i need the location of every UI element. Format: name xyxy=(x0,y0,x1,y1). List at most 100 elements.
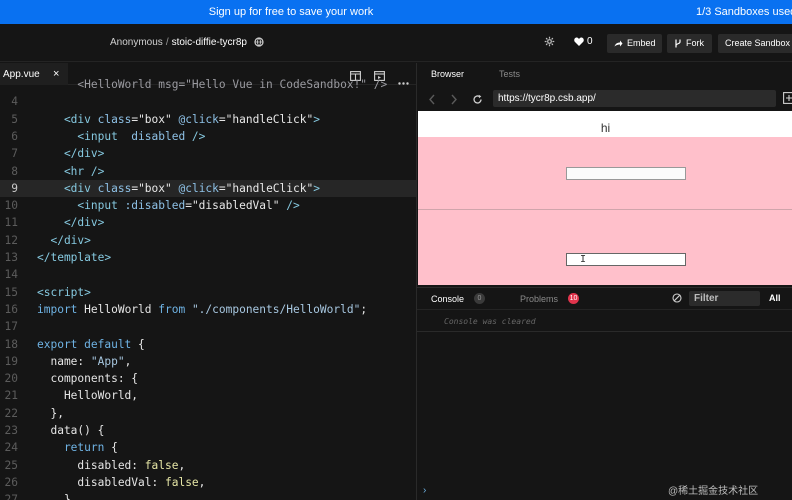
embed-button[interactable]: Embed xyxy=(607,34,662,53)
code-text: export default { xyxy=(37,336,145,353)
signup-banner[interactable]: Sign up for free to save your work 1/3 S… xyxy=(0,0,792,24)
code-text: <div class="box" @click="handleClick"> xyxy=(37,180,320,197)
code-token: <script> xyxy=(37,285,91,299)
code-token: = xyxy=(185,199,192,213)
sandbox-owner[interactable]: Anonymous xyxy=(110,37,163,48)
code-line[interactable]: 24 return { xyxy=(0,439,416,456)
code-token: , xyxy=(124,354,132,368)
create-sandbox-button[interactable]: Create Sandbox xyxy=(718,34,792,53)
line-number: 19 xyxy=(4,354,18,368)
code-line[interactable]: 7 </div> xyxy=(0,145,416,162)
text-cursor-icon: I xyxy=(580,254,587,265)
code-line[interactable]: 23 data() { xyxy=(0,422,416,439)
line-number: 21 xyxy=(4,389,18,403)
tab-problems[interactable]: Problems xyxy=(520,294,558,304)
like-count: 0 xyxy=(587,36,593,47)
code-line[interactable]: 18 export default { xyxy=(0,336,416,353)
code-line[interactable]: 20 components: { xyxy=(0,370,416,387)
hello-text: hi xyxy=(600,121,611,135)
code-line[interactable]: 19 name: "App", xyxy=(0,353,416,370)
line-number: 5 xyxy=(11,112,18,126)
code-line[interactable]: 26 disabledVal: false, xyxy=(0,474,416,491)
code-token: disabled: xyxy=(37,458,145,472)
back-icon[interactable] xyxy=(428,92,436,110)
preview-viewport[interactable]: hi I xyxy=(418,111,792,285)
code-token: "box" xyxy=(138,112,172,126)
code-line[interactable]: 5 <div class="box" @click="handleClick"> xyxy=(0,111,416,128)
code-line[interactable]: 6 <input disabled /> xyxy=(0,128,416,145)
box-disabled[interactable] xyxy=(418,137,792,209)
line-number: 8 xyxy=(11,164,18,178)
log-level-select[interactable]: All xyxy=(769,293,781,303)
problems-count-badge: 10 xyxy=(568,293,579,304)
code-area[interactable]: <HelloWorld msg="Hello Vue in CodeSandbo… xyxy=(0,78,416,500)
gear-icon[interactable] xyxy=(544,36,555,50)
code-token: </div> xyxy=(37,147,105,161)
code-token: <HelloWorld msg="Hello Vue in CodeSandbo… xyxy=(37,78,388,91)
tab-console[interactable]: Console xyxy=(431,294,464,304)
code-line[interactable]: 4 xyxy=(0,93,416,110)
code-line[interactable]: 15 <script> xyxy=(0,284,416,301)
code-line[interactable]: 25 disabled: false, xyxy=(0,457,416,474)
line-number: 15 xyxy=(4,285,18,299)
code-line[interactable]: 8 <hr /> xyxy=(0,163,416,180)
code-token: from xyxy=(158,302,192,316)
line-number: 24 xyxy=(4,441,18,455)
breadcrumb-separator: / xyxy=(165,37,169,48)
box-bound-disabled[interactable]: I xyxy=(418,210,792,285)
code-text: <script> xyxy=(37,284,91,301)
code-line[interactable]: 14 xyxy=(0,266,416,283)
code-token: "./components/HelloWorld" xyxy=(191,302,361,316)
tab-tests[interactable]: Tests xyxy=(499,69,520,79)
code-token: name: xyxy=(37,354,91,368)
like-button[interactable]: 0 xyxy=(574,36,593,47)
code-line[interactable]: 22 }, xyxy=(0,405,416,422)
line-number: 12 xyxy=(4,233,18,247)
line-number: 7 xyxy=(11,147,18,161)
line-number: 9 xyxy=(11,181,18,195)
code-line[interactable]: <HelloWorld msg="Hello Vue in CodeSandbo… xyxy=(0,76,416,93)
watermark: @稀土掘金技术社区 xyxy=(668,486,759,497)
code-token: class xyxy=(97,112,132,126)
code-line[interactable]: 13 </template> xyxy=(0,249,416,266)
code-text: disabled: false, xyxy=(37,457,185,474)
code-text: <div class="box" @click="handleClick"> xyxy=(37,111,320,128)
tab-browser[interactable]: Browser xyxy=(431,69,464,79)
code-text: }, xyxy=(37,491,77,500)
clear-console-icon[interactable] xyxy=(672,293,682,305)
code-text: </div> xyxy=(37,232,90,249)
code-line[interactable]: 16 import HelloWorld from "./components/H… xyxy=(0,301,416,318)
code-editor[interactable]: App.vue × <HelloWorld msg="Hello Vue in … xyxy=(0,63,416,500)
console-divider xyxy=(417,331,792,332)
bound-input[interactable]: I xyxy=(566,253,686,266)
code-token: false xyxy=(144,458,179,472)
code-line[interactable]: 12 </div> xyxy=(0,232,416,249)
breadcrumb: Anonymous / stoic-diffie-tycr8p xyxy=(110,37,264,50)
forward-icon[interactable] xyxy=(450,92,458,110)
globe-icon[interactable] xyxy=(254,37,264,50)
code-line[interactable]: 10 <input :disabled="disabledVal" /> xyxy=(0,197,416,214)
console-panel: Console 0 Problems 10 Filter All Console… xyxy=(417,287,792,500)
refresh-icon[interactable] xyxy=(472,92,483,110)
code-line[interactable]: 9 <div class="box" @click="handleClick"> xyxy=(0,179,416,198)
code-text: import HelloWorld from "./components/Hel… xyxy=(37,301,367,318)
console-prompt[interactable]: › xyxy=(423,485,426,496)
signup-cta[interactable]: Sign up for free to save your work xyxy=(0,6,582,18)
url-input[interactable]: https://tycr8p.csb.app/ xyxy=(493,90,776,107)
code-line[interactable]: 21 HelloWorld, xyxy=(0,387,416,404)
code-token: :disabled xyxy=(124,199,186,213)
line-number: 22 xyxy=(4,406,18,420)
filter-input[interactable]: Filter xyxy=(689,291,760,306)
code-token: "box" xyxy=(138,181,172,195)
sandbox-name[interactable]: stoic-diffie-tycr8p xyxy=(172,37,247,48)
fork-button[interactable]: Fork xyxy=(667,34,712,53)
line-number: 20 xyxy=(4,372,18,386)
code-line[interactable]: 27 }, xyxy=(0,491,416,500)
code-line[interactable]: 11 </div> xyxy=(0,214,416,231)
open-external-icon[interactable] xyxy=(783,91,792,109)
code-token: "handleClick" xyxy=(225,112,314,126)
heart-icon xyxy=(574,37,584,46)
code-line[interactable]: 17 xyxy=(0,318,416,335)
code-token: export default xyxy=(37,337,139,351)
line-number: 14 xyxy=(4,268,18,282)
